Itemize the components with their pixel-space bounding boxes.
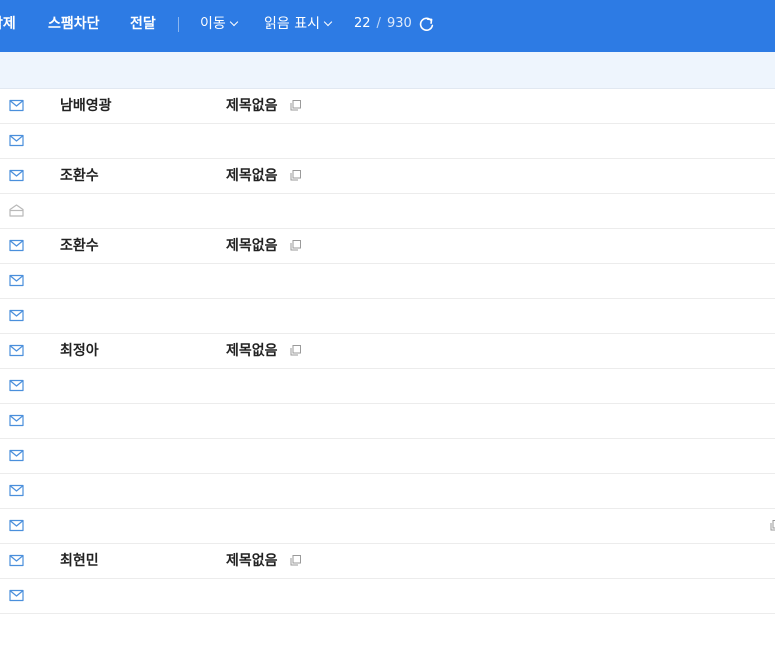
mail-subject[interactable]: 제목없음 [226, 334, 278, 368]
page-separator: / [376, 16, 381, 31]
mail-sender: 조환수 [60, 238, 99, 254]
forward-button[interactable]: 전달 [130, 0, 156, 48]
mail-row[interactable] [0, 509, 775, 544]
envelope-icon[interactable] [9, 274, 24, 287]
envelope-icon[interactable] [9, 344, 24, 357]
mark-read-dropdown-label: 읽음 표시 [264, 16, 320, 32]
envelope-icon[interactable] [9, 484, 24, 497]
chevron-down-icon [229, 17, 239, 27]
envelope-icon[interactable] [9, 519, 24, 532]
envelope-icon[interactable] [9, 99, 24, 112]
mail-row[interactable] [0, 264, 775, 299]
page-current: 22 [354, 16, 371, 31]
spam-block-button[interactable]: 스팸차단 [48, 0, 100, 48]
envelope-icon[interactable] [9, 379, 24, 392]
chevron-down-icon [323, 17, 333, 27]
mark-read-dropdown[interactable]: 읽음 표시 [264, 0, 333, 48]
mail-row[interactable] [0, 124, 775, 159]
envelope-icon[interactable] [9, 169, 24, 182]
envelope-open-icon[interactable] [9, 204, 24, 217]
envelope-icon[interactable] [9, 414, 24, 427]
move-dropdown[interactable]: 이동 [200, 0, 239, 48]
mail-subject[interactable]: 제목없음 [226, 229, 278, 263]
mail-subject[interactable]: 제목없음 [226, 159, 278, 193]
mail-row[interactable]: 조환수 제목없음 [0, 159, 775, 194]
envelope-icon[interactable] [9, 134, 24, 147]
copy-icon[interactable] [290, 170, 301, 181]
copy-icon[interactable] [290, 345, 301, 356]
mail-row[interactable]: 조환수 제목없음 [0, 229, 775, 264]
mail-toolbar: 삭제 스팸차단 전달 이동 읽음 표시 22 / 930 [0, 0, 775, 52]
mail-sender: 최현민 [60, 553, 99, 569]
envelope-icon[interactable] [9, 554, 24, 567]
mail-sender: 최정아 [60, 343, 99, 359]
mail-list: 남배영광 제목없음 조환수 제목없음 조환수 제목없음 최정아 제목없음 최현민 제목없음 [0, 89, 775, 614]
copy-icon[interactable] [290, 240, 301, 251]
mail-row[interactable] [0, 369, 775, 404]
envelope-icon[interactable] [9, 449, 24, 462]
refresh-icon[interactable] [418, 16, 435, 33]
mail-row[interactable] [0, 194, 775, 229]
mail-row[interactable] [0, 439, 775, 474]
envelope-icon[interactable] [9, 239, 24, 252]
envelope-icon[interactable] [9, 309, 24, 322]
toolbar-divider [178, 17, 179, 32]
envelope-icon[interactable] [9, 589, 24, 602]
mail-row[interactable]: 남배영광 제목없음 [0, 89, 775, 124]
mail-row[interactable] [0, 474, 775, 509]
copy-icon[interactable] [770, 520, 775, 531]
page-total: 930 [386, 16, 412, 31]
page-indicator: 22 / 930 [354, 0, 412, 48]
list-header-bar [0, 52, 775, 89]
move-dropdown-label: 이동 [200, 16, 226, 32]
mail-row[interactable]: 최정아 제목없음 [0, 334, 775, 369]
copy-icon[interactable] [290, 555, 301, 566]
mail-row[interactable]: 최현민 제목없음 [0, 544, 775, 579]
copy-icon[interactable] [290, 100, 301, 111]
mail-subject[interactable]: 제목없음 [226, 89, 278, 123]
mail-row[interactable] [0, 579, 775, 614]
mail-subject[interactable]: 제목없음 [226, 544, 278, 578]
mail-sender: 조환수 [60, 168, 99, 184]
mail-row[interactable] [0, 299, 775, 334]
delete-button[interactable]: 삭제 [0, 0, 16, 48]
mail-row[interactable] [0, 404, 775, 439]
mail-sender: 남배영광 [60, 98, 112, 114]
